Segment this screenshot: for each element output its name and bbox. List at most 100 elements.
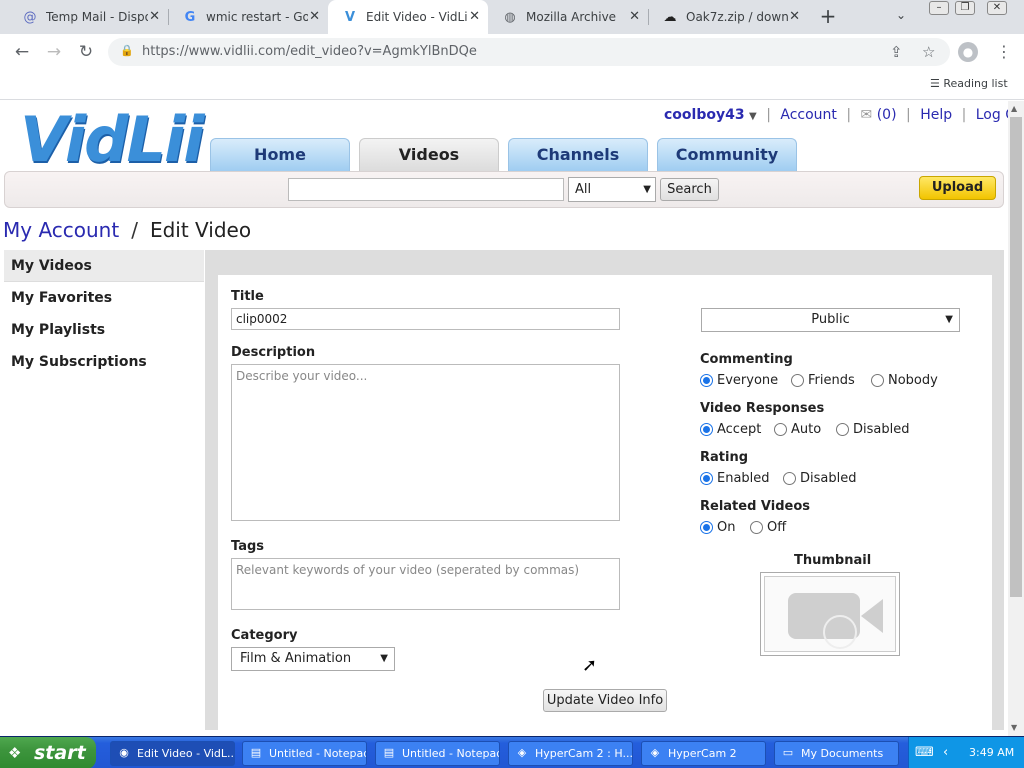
search-input[interactable] bbox=[288, 178, 564, 201]
profile-avatar-icon[interactable]: ● bbox=[958, 42, 978, 62]
more-menu-icon[interactable]: ⋮ bbox=[996, 42, 1012, 61]
close-icon[interactable]: ✕ bbox=[309, 9, 320, 24]
chevron-down-icon[interactable]: ⌄ bbox=[896, 8, 906, 22]
minimize-icon[interactable]: – bbox=[929, 1, 949, 15]
vidlii-logo[interactable]: VidLii bbox=[20, 103, 205, 176]
tags-label: Tags bbox=[231, 539, 265, 554]
responses-accept-radio[interactable]: Accept bbox=[700, 422, 761, 437]
taskbar-item-chrome[interactable]: ◉ Edit Video - VidL... bbox=[110, 741, 235, 766]
address-bar[interactable]: 🔒 https://www.vidlii.com/edit_video?v=Ag… bbox=[108, 38, 950, 66]
update-video-info-button[interactable]: Update Video Info bbox=[543, 689, 667, 712]
rating-disabled-radio[interactable]: Disabled bbox=[783, 471, 856, 486]
commenting-everyone-radio[interactable]: Everyone bbox=[700, 373, 778, 388]
tags-textarea[interactable]: Relevant keywords of your video (seperat… bbox=[231, 558, 620, 610]
breadcrumb-my-account[interactable]: My Account bbox=[3, 218, 119, 242]
keyboard-icon[interactable]: ⌨ bbox=[915, 745, 934, 760]
browser-toolbar: ← → ↻ 🔒 https://www.vidlii.com/edit_vide… bbox=[0, 34, 1024, 70]
logout-link[interactable]: Log Out bbox=[976, 107, 1008, 123]
close-icon[interactable]: ✕ bbox=[789, 9, 800, 24]
scroll-up-icon[interactable]: ▲ bbox=[1011, 104, 1017, 113]
tab-edit-video[interactable]: V Edit Video - VidLii ✕ bbox=[328, 0, 488, 34]
maximize-icon[interactable]: ❐ bbox=[955, 1, 975, 15]
tags-placeholder: Relevant keywords of your video (seperat… bbox=[236, 563, 580, 577]
start-button[interactable]: ❖ start bbox=[0, 737, 96, 768]
sidebar-item-my-playlists[interactable]: My Playlists bbox=[4, 314, 204, 346]
taskbar-item-notepad-1[interactable]: ▤ Untitled - Notepad bbox=[242, 741, 367, 766]
responses-auto-radio[interactable]: Auto bbox=[774, 422, 821, 437]
tab-temp-mail[interactable]: @ Temp Mail - Disposable ✕ bbox=[8, 0, 168, 34]
search-button[interactable]: Search bbox=[660, 178, 719, 201]
commenting-nobody-radio[interactable]: Nobody bbox=[871, 373, 938, 388]
window-close-icon[interactable]: ✕ bbox=[987, 1, 1007, 15]
taskbar-item-hypercam[interactable]: ◈ HyperCam 2 bbox=[641, 741, 766, 766]
scroll-down-icon[interactable]: ▼ bbox=[1011, 723, 1017, 732]
scrollbar-thumb[interactable] bbox=[1010, 117, 1022, 597]
chevron-down-icon: ▼ bbox=[380, 653, 388, 664]
taskbar-item-notepad-2[interactable]: ▤ Untitled - Notepad bbox=[375, 741, 500, 766]
cloud-icon: ☁ bbox=[663, 9, 677, 25]
chevron-down-icon: ▼ bbox=[945, 314, 953, 325]
camera-lens-shape bbox=[861, 599, 883, 633]
title-label: Title bbox=[231, 289, 264, 304]
rating-enabled-radio[interactable]: Enabled bbox=[700, 471, 770, 486]
chevron-left-icon[interactable]: ‹ bbox=[943, 745, 948, 760]
sidebar-item-my-favorites[interactable]: My Favorites bbox=[4, 282, 204, 314]
tab-mozilla-archive[interactable]: ◍ Mozilla Archive ✕ bbox=[488, 0, 648, 34]
page-scrollbar[interactable]: ▲ ▼ bbox=[1008, 101, 1024, 736]
help-link[interactable]: Help bbox=[920, 107, 952, 123]
breadcrumb-separator: / bbox=[131, 218, 138, 242]
privacy-select[interactable]: Public ▼ bbox=[701, 308, 960, 332]
share-icon[interactable]: ⇪ bbox=[890, 43, 903, 61]
mail-icon[interactable]: ✉ bbox=[861, 107, 873, 123]
mouse-cursor-icon: ➚ bbox=[582, 655, 598, 676]
radio-unchecked bbox=[871, 374, 884, 387]
related-off-radio[interactable]: Off bbox=[750, 520, 786, 535]
upload-button[interactable]: Upload bbox=[919, 176, 996, 200]
description-textarea[interactable]: Describe your video... bbox=[231, 364, 620, 521]
commenting-label: Commenting bbox=[700, 352, 793, 367]
title-input[interactable]: clip0002 bbox=[231, 308, 620, 330]
nav-tab-community[interactable]: Community bbox=[657, 138, 797, 171]
chevron-down-icon[interactable]: ▼ bbox=[749, 111, 757, 122]
radio-unchecked bbox=[750, 521, 763, 534]
reload-icon[interactable]: ↻ bbox=[75, 42, 97, 62]
category-select[interactable]: Film & Animation ▼ bbox=[231, 647, 395, 671]
tab-google-search[interactable]: G wmic restart - Google ✕ bbox=[168, 0, 328, 34]
reading-list-button[interactable]: ☰ Reading list bbox=[930, 77, 1008, 90]
windows-taskbar: ❖ start ◉ Edit Video - VidL... ▤ Untitled -… bbox=[0, 736, 1024, 768]
close-icon[interactable]: ✕ bbox=[469, 9, 480, 24]
new-tab-icon[interactable]: + bbox=[818, 6, 838, 26]
clock-time[interactable]: 3:49 AM bbox=[969, 746, 1014, 759]
system-tray: ⌨ ‹ 3:49 AM bbox=[908, 737, 1024, 768]
related-on-radio[interactable]: On bbox=[700, 520, 735, 535]
responses-disabled-radio[interactable]: Disabled bbox=[836, 422, 909, 437]
thumbnail-image[interactable] bbox=[760, 572, 900, 656]
taskbar-item-hypercam-recording[interactable]: ◈ HyperCam 2 : H... bbox=[508, 741, 633, 766]
page-title: Edit Video bbox=[149, 218, 252, 242]
nav-tab-channels[interactable]: Channels bbox=[508, 138, 648, 171]
url-text[interactable]: https://www.vidlii.com/edit_video?v=Agmk… bbox=[142, 44, 477, 59]
close-icon[interactable]: ✕ bbox=[629, 9, 640, 24]
forward-icon[interactable]: → bbox=[43, 42, 65, 62]
hypercam-icon: ◈ bbox=[650, 746, 660, 759]
inbox-count-link[interactable]: (0) bbox=[877, 107, 897, 123]
radio-unchecked bbox=[791, 374, 804, 387]
commenting-friends-radio[interactable]: Friends bbox=[791, 373, 855, 388]
search-category-select[interactable]: All ▼ bbox=[568, 177, 656, 202]
taskbar-item-my-documents[interactable]: ▭ My Documents bbox=[774, 741, 899, 766]
username-link[interactable]: coolboy43 bbox=[664, 107, 745, 123]
star-icon[interactable]: ☆ bbox=[922, 43, 935, 61]
tab-oak7z-download[interactable]: ☁ Oak7z.zip / download ✕ bbox=[648, 0, 808, 34]
nav-tab-videos[interactable]: Videos bbox=[359, 138, 499, 171]
breadcrumb: My Account / Edit Video bbox=[3, 218, 251, 242]
at-icon: @ bbox=[23, 9, 37, 25]
radio-unchecked bbox=[774, 423, 787, 436]
nav-tab-home[interactable]: Home bbox=[210, 138, 350, 171]
thumbnail-label: Thumbnail bbox=[794, 553, 872, 568]
account-link[interactable]: Account bbox=[780, 107, 837, 123]
back-icon[interactable]: ← bbox=[11, 42, 33, 62]
radio-checked bbox=[700, 472, 713, 485]
close-icon[interactable]: ✕ bbox=[149, 9, 160, 24]
sidebar-item-my-subscriptions[interactable]: My Subscriptions bbox=[4, 346, 204, 378]
sidebar-item-my-videos[interactable]: My Videos bbox=[4, 250, 204, 282]
